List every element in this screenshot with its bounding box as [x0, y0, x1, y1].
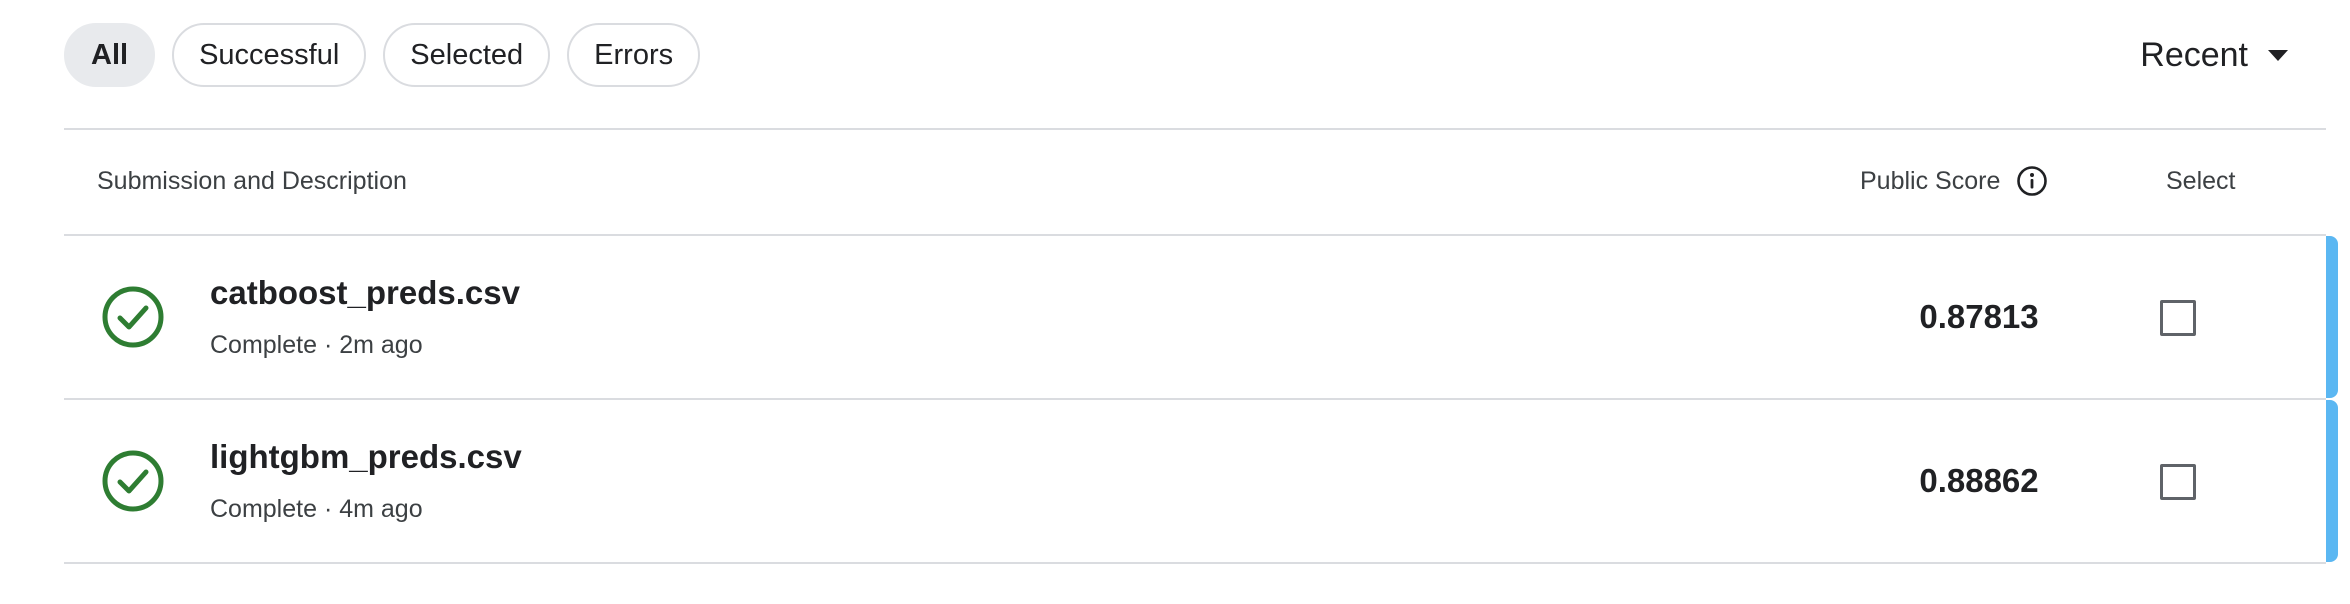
- public-score: 0.87813: [1919, 298, 2039, 335]
- table-row: lightgbm_preds.csv Complete · 4m ago 0.8…: [64, 400, 2338, 562]
- submission-status-meta: Complete · 2m ago: [210, 331, 423, 359]
- column-header-select: Select: [2166, 166, 2236, 195]
- table-row: catboost_preds.csv Complete · 2m ago 0.8…: [64, 236, 2338, 398]
- divider: [64, 562, 2326, 564]
- select-checkbox[interactable]: [2160, 464, 2196, 500]
- row-accent-bar: [2326, 236, 2338, 398]
- caret-down-icon: [2268, 49, 2288, 61]
- check-circle-icon: [102, 286, 164, 348]
- submission-file-name[interactable]: lightgbm_preds.csv: [210, 438, 522, 476]
- sort-dropdown[interactable]: Recent: [2140, 23, 2288, 87]
- filter-chip-all[interactable]: All: [64, 23, 156, 87]
- select-checkbox[interactable]: [2160, 300, 2196, 336]
- column-header-score: Public Score: [1860, 128, 2048, 234]
- submissions-page: All Successful Selected Errors Recent Su…: [0, 0, 2350, 604]
- filter-chip-errors[interactable]: Errors: [567, 23, 701, 87]
- public-score: 0.88862: [1919, 462, 2039, 499]
- sort-dropdown-label: Recent: [2140, 35, 2248, 74]
- table-header: Submission and Description Public Score …: [64, 128, 2326, 234]
- filter-chip-selected[interactable]: Selected: [383, 23, 551, 87]
- submission-status-meta: Complete · 4m ago: [210, 495, 423, 523]
- row-accent-bar: [2326, 400, 2338, 562]
- submission-file-name[interactable]: catboost_preds.csv: [210, 274, 520, 312]
- column-header-description: Submission and Description: [97, 166, 407, 195]
- info-icon[interactable]: [2016, 165, 2048, 197]
- filter-bar: All Successful Selected Errors: [64, 23, 701, 87]
- check-circle-icon: [102, 450, 164, 512]
- filter-chip-successful[interactable]: Successful: [172, 23, 367, 87]
- column-header-score-label: Public Score: [1860, 166, 2001, 195]
